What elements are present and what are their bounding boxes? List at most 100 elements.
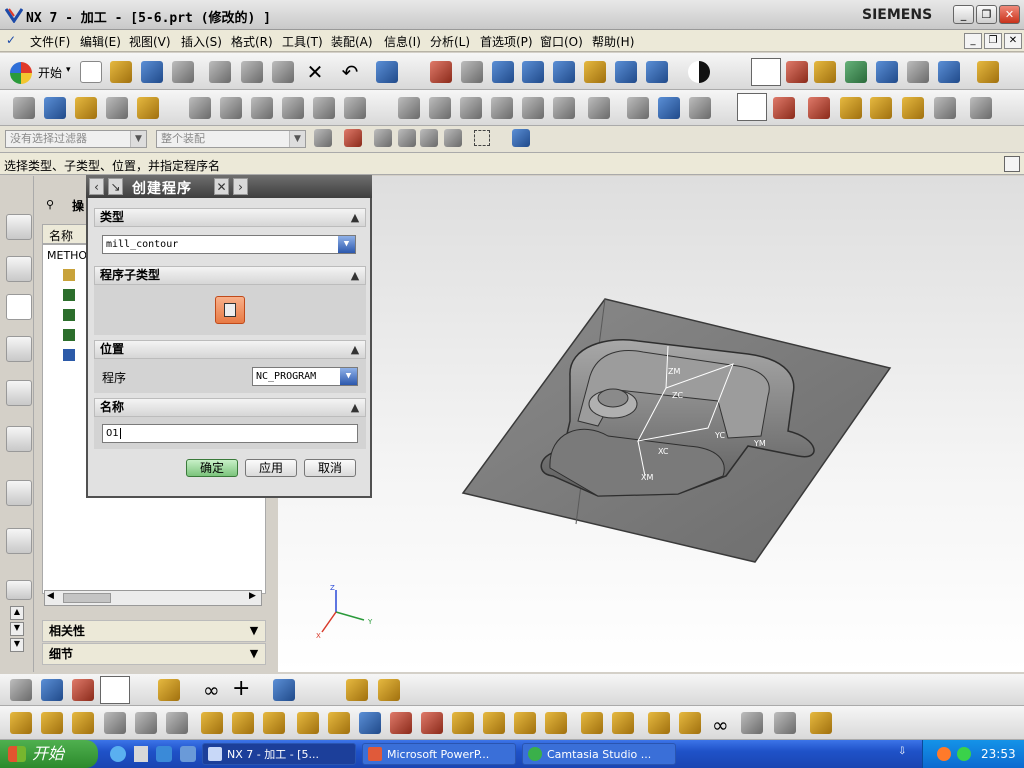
zoom-window-icon[interactable] <box>461 61 483 83</box>
split-icon[interactable] <box>390 712 412 734</box>
mid-point-icon[interactable] <box>420 129 438 147</box>
reuse-library-icon[interactable] <box>6 380 32 406</box>
paste-icon[interactable] <box>272 61 294 83</box>
create-geometry-icon[interactable] <box>75 97 97 119</box>
geometry-view-icon[interactable] <box>808 97 830 119</box>
find-icon[interactable] <box>870 97 892 119</box>
doc-restore-button[interactable]: ❐ <box>984 33 1002 49</box>
generate-path-icon[interactable] <box>189 97 211 119</box>
scroll-down-icon[interactable]: ▼ <box>10 622 24 636</box>
class-select-icon[interactable] <box>938 61 960 83</box>
chevron-down-icon[interactable]: ▼ <box>245 645 263 663</box>
operation-navigator-icon[interactable] <box>6 294 32 320</box>
intersect-icon[interactable] <box>263 712 285 734</box>
create-operation-icon[interactable] <box>137 97 159 119</box>
pan-icon[interactable] <box>584 61 606 83</box>
trim-icon[interactable] <box>359 712 381 734</box>
unite-icon[interactable] <box>201 712 223 734</box>
info-icon[interactable] <box>6 480 32 506</box>
scroll-right-icon[interactable]: ▶ <box>249 591 256 601</box>
task-nx[interactable]: NX 7 - 加工 - [5... <box>202 743 356 765</box>
ie-icon[interactable] <box>110 746 126 762</box>
web-browser-icon[interactable] <box>6 528 32 554</box>
geometry-icon[interactable] <box>10 679 32 701</box>
navigator-hscroll[interactable]: ◀ ▶ <box>44 590 262 606</box>
rotate-icon[interactable] <box>553 61 575 83</box>
print-icon[interactable] <box>172 61 194 83</box>
menu-preferences[interactable]: 首选项(P) <box>480 33 533 50</box>
undo-icon[interactable]: ↶ <box>339 61 361 83</box>
color-icon[interactable] <box>158 679 180 701</box>
new-icon[interactable] <box>80 61 102 83</box>
path-edit-icon[interactable] <box>491 97 513 119</box>
ok-button[interactable]: 确定 <box>186 459 238 477</box>
chevron-up-icon[interactable]: ▲ <box>346 399 364 416</box>
constraint-navigator-icon[interactable] <box>6 256 32 282</box>
group-name[interactable]: 名称 ▲ <box>94 398 366 417</box>
status-toggle-icon[interactable] <box>1004 156 1020 172</box>
menu-view[interactable]: 视图(V) <box>129 33 171 50</box>
pattern-icon[interactable] <box>545 712 567 734</box>
name-input[interactable]: 01 <box>102 424 358 443</box>
scroll-thumb[interactable] <box>63 593 111 603</box>
cancel-button[interactable]: 取消 <box>304 459 356 477</box>
menu-help[interactable]: 帮助(H) <box>592 33 634 50</box>
fit-icon[interactable] <box>430 61 452 83</box>
roles-icon[interactable] <box>6 580 32 600</box>
graphics-window[interactable]: ZM ZC XC XM YC YM Z Y X <box>278 176 1024 672</box>
start-dropdown-icon[interactable]: ▾ <box>66 65 71 75</box>
details-panel[interactable]: 细节 ▼ <box>42 643 266 665</box>
assembly-navigator-icon[interactable] <box>6 214 32 240</box>
gouge-check-icon[interactable] <box>344 97 366 119</box>
menu-assemblies[interactable]: 装配(A) <box>331 33 373 50</box>
expand-icon[interactable] <box>934 97 956 119</box>
constraint-icon[interactable] <box>845 61 867 83</box>
menu-insert[interactable]: 插入(S) <box>181 33 222 50</box>
end-point-icon[interactable] <box>398 129 416 147</box>
type-filter-combo[interactable]: 没有选择过滤器 ▼ <box>5 130 147 148</box>
cube-select-icon[interactable] <box>512 129 530 147</box>
dependencies-panel[interactable]: 相关性 ▼ <box>42 620 266 642</box>
scroll-end-icon[interactable]: ▼ <box>10 638 24 652</box>
pin-icon[interactable]: ⚲ <box>46 198 58 211</box>
path-group-icon[interactable] <box>553 97 575 119</box>
program-order-view-icon[interactable] <box>737 93 767 121</box>
start-icon[interactable] <box>10 62 32 84</box>
shop-doc-icon[interactable] <box>658 97 680 119</box>
machine-navigator-icon[interactable] <box>6 336 32 362</box>
move-face-icon[interactable] <box>774 712 796 734</box>
program-select[interactable]: NC_PROGRAM ▼ <box>252 367 358 386</box>
group-location[interactable]: 位置 ▲ <box>94 340 366 359</box>
collapse-icon[interactable] <box>902 97 924 119</box>
start-label[interactable]: 开始 <box>38 64 62 81</box>
method-icon[interactable] <box>63 329 75 341</box>
sketch-icon[interactable] <box>814 61 836 83</box>
dialog-reset-icon[interactable]: ↘ <box>108 178 123 195</box>
doc-close-button[interactable]: ✕ <box>1004 33 1022 49</box>
tray-arrow-icon[interactable]: ⇩ <box>898 746 910 760</box>
path-delete-icon[interactable] <box>522 97 544 119</box>
selection-icon[interactable] <box>376 61 398 83</box>
group-subtype[interactable]: 程序子类型 ▲ <box>94 266 366 285</box>
wcs-icon[interactable] <box>751 58 781 86</box>
chevron-down-icon[interactable]: ▼ <box>245 622 263 640</box>
extrude-icon[interactable] <box>10 712 32 734</box>
doc-minimize-button[interactable]: _ <box>964 33 982 49</box>
edit-object-icon[interactable] <box>876 61 898 83</box>
program-subtype-icon[interactable] <box>215 296 245 324</box>
edit-parameters-icon[interactable] <box>741 712 763 734</box>
measure-icon[interactable] <box>977 61 999 83</box>
draft-icon[interactable] <box>514 712 536 734</box>
tree-root[interactable]: METHO <box>47 249 87 262</box>
create-tool-icon[interactable] <box>44 97 66 119</box>
orient-view-icon[interactable] <box>646 61 668 83</box>
minimize-button[interactable]: _ <box>953 5 974 24</box>
list-path-icon[interactable] <box>251 97 273 119</box>
scope-filter-combo[interactable]: 整个装配 ▼ <box>156 130 306 148</box>
rectangle-select-icon[interactable] <box>474 130 490 146</box>
tray-camtasia-icon[interactable] <box>957 747 971 761</box>
filter-icon[interactable] <box>314 129 332 147</box>
delete-icon[interactable]: ✕ <box>304 61 326 83</box>
group-type[interactable]: 类型 ▲ <box>94 208 366 227</box>
link-icon[interactable]: ∞ <box>203 678 220 702</box>
